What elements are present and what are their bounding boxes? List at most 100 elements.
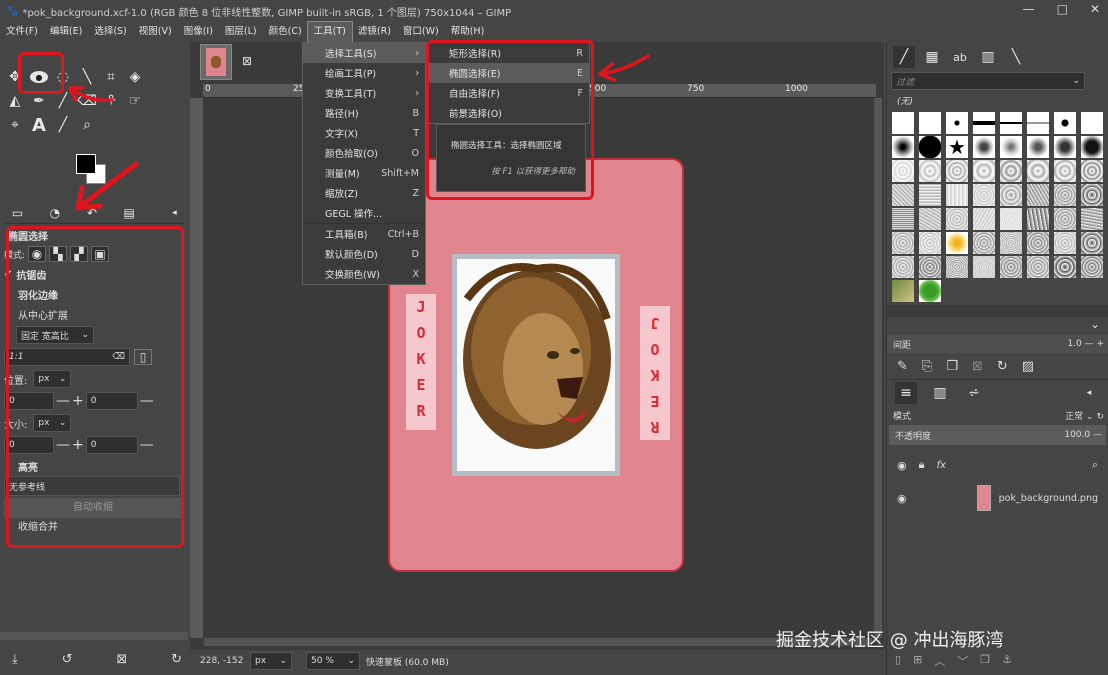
brush-expand-row[interactable]: ⌄: [887, 317, 1108, 335]
channels-tab-icon[interactable]: ▥: [929, 382, 951, 404]
menu-item-paths[interactable]: 路径(H) B: [303, 103, 425, 123]
tool-options-tab-icon[interactable]: ▭: [8, 202, 27, 224]
menu-file[interactable]: 文件(F): [0, 22, 44, 42]
brush-cell[interactable]: [999, 255, 1023, 279]
menu-item-swap-colors[interactable]: 交换颜色(W) X: [303, 264, 425, 284]
brush-cell[interactable]: [972, 111, 996, 135]
close-tab-icon[interactable]: ⊠: [242, 54, 252, 68]
menu-item-select-tools[interactable]: 选择工具(S) ›: [303, 43, 425, 63]
spacing-row[interactable]: 间距 1.0 — +: [887, 335, 1108, 353]
menu-select[interactable]: 选择(S): [88, 22, 132, 42]
brush-cell[interactable]: [918, 159, 942, 183]
delete-options-icon[interactable]: ⊠: [116, 652, 127, 667]
brush-cell[interactable]: [999, 231, 1023, 255]
brush-cell[interactable]: [891, 279, 915, 303]
text-tool-icon[interactable]: A: [28, 114, 50, 136]
brush-cell[interactable]: [972, 255, 996, 279]
brush-cell[interactable]: [1053, 255, 1077, 279]
brush-cell[interactable]: [1026, 135, 1050, 159]
fonts-tab-icon[interactable]: ab: [949, 46, 971, 68]
minimize-button[interactable]: —: [1023, 2, 1035, 16]
close-button[interactable]: ✕: [1090, 2, 1100, 16]
brush-cell[interactable]: [972, 231, 996, 255]
brush-cell[interactable]: [918, 255, 942, 279]
layer-row[interactable]: ◉ pok_background.png: [887, 483, 1108, 513]
duplicate-brush-icon[interactable]: ❐: [946, 359, 958, 374]
zoom-tool-icon[interactable]: ⌕: [76, 114, 98, 136]
brush-scroll-area[interactable]: [887, 305, 1108, 317]
image-tab[interactable]: [200, 44, 232, 80]
brush-cell[interactable]: [1053, 135, 1077, 159]
new-brush-icon[interactable]: ⎘: [922, 359, 932, 374]
opacity-row[interactable]: 不透明度 100.0 —: [889, 425, 1106, 445]
brush-cell[interactable]: [891, 111, 915, 135]
transform-tool-icon[interactable]: ◈: [124, 66, 146, 88]
patterns-tab-icon[interactable]: ▦: [921, 46, 943, 68]
refresh-brushes-icon[interactable]: ↻: [997, 359, 1008, 374]
visibility-lock-icon[interactable]: ◉: [897, 459, 907, 472]
brush-cell[interactable]: [972, 135, 996, 159]
brush-cell[interactable]: [891, 183, 915, 207]
brush-cell[interactable]: ★: [945, 135, 969, 159]
brush-cell[interactable]: [945, 255, 969, 279]
duplicate-layer-icon[interactable]: ❐: [980, 653, 990, 669]
menu-view[interactable]: 视图(V): [133, 22, 178, 42]
layers-tab-icon[interactable]: ≡: [895, 381, 917, 404]
smudge-tool-icon[interactable]: ☞: [124, 90, 146, 112]
menu-colors[interactable]: 颜色(C): [263, 22, 308, 42]
menu-item-default-colors[interactable]: 默认颜色(D) D: [303, 244, 425, 264]
brush-cell[interactable]: [945, 207, 969, 231]
save-options-icon[interactable]: ⤓: [12, 652, 18, 667]
brush-cell[interactable]: [1026, 111, 1050, 135]
undo-history-tab-icon[interactable]: ↶: [82, 202, 101, 224]
brush-cell[interactable]: [1080, 207, 1104, 231]
new-group-icon[interactable]: ⊞: [913, 653, 922, 669]
unit-select[interactable]: px ⌄: [250, 652, 292, 670]
menu-image[interactable]: 图像(I): [178, 22, 219, 42]
brush-cell[interactable]: [945, 159, 969, 183]
dock-menu-icon[interactable]: ◂: [165, 202, 184, 224]
paint-dynamics-tab-icon[interactable]: ╲: [1005, 46, 1027, 68]
anchor-layer-icon[interactable]: ⚓: [1002, 653, 1012, 669]
brush-cell[interactable]: [1080, 111, 1104, 135]
menu-edit[interactable]: 编辑(E): [44, 22, 88, 42]
paths-tab-icon[interactable]: ⩫: [963, 382, 985, 404]
brush-cell[interactable]: [945, 111, 969, 135]
brush-cell[interactable]: [999, 183, 1023, 207]
brush-cell[interactable]: [1080, 231, 1104, 255]
brush-cell[interactable]: [999, 207, 1023, 231]
brush-cell[interactable]: [891, 135, 915, 159]
brush-cell[interactable]: [1053, 159, 1077, 183]
brush-cell[interactable]: [945, 183, 969, 207]
minus-icon[interactable]: —: [1093, 430, 1102, 440]
eye-icon[interactable]: ◉: [897, 492, 907, 505]
brush-filter-input[interactable]: 过滤 ⌄: [891, 72, 1085, 90]
brush-cell[interactable]: [891, 207, 915, 231]
menu-layer[interactable]: 图层(L): [219, 22, 263, 42]
minus-icon[interactable]: —: [1085, 339, 1094, 349]
brush-cell[interactable]: [891, 255, 915, 279]
gradients-tab-icon[interactable]: ▥: [977, 46, 999, 68]
brush-cell[interactable]: [1053, 207, 1077, 231]
path-tool-icon[interactable]: ⌖: [4, 114, 26, 136]
brush-cell[interactable]: [918, 111, 942, 135]
layer-mode-select[interactable]: 正常 ⌄ ↻: [1065, 409, 1104, 422]
menu-filters[interactable]: 滤镜(R): [352, 22, 397, 42]
menu-tools[interactable]: 工具(T): [306, 21, 353, 43]
canvas-vscrollbar[interactable]: [874, 98, 882, 638]
brush-cell[interactable]: [891, 231, 915, 255]
menu-windows[interactable]: 窗口(W): [397, 22, 445, 42]
brush-cell[interactable]: [918, 207, 942, 231]
reset-options-icon[interactable]: ↻: [171, 652, 182, 667]
restore-options-icon[interactable]: ↺: [62, 652, 73, 667]
brush-cell[interactable]: [1026, 207, 1050, 231]
menu-item-color-picker[interactable]: 颜色拾取(O) O: [303, 143, 425, 163]
menu-item-toolbox[interactable]: 工具箱(B) Ctrl+B: [303, 224, 425, 244]
brush-cell[interactable]: [1053, 231, 1077, 255]
brush-cell[interactable]: [1080, 255, 1104, 279]
menu-item-transform-tools[interactable]: 变换工具(T) ›: [303, 83, 425, 103]
maximize-button[interactable]: □: [1057, 2, 1068, 16]
brush-cell[interactable]: [972, 207, 996, 231]
delete-brush-icon[interactable]: ⊠: [972, 359, 983, 374]
brush-cell[interactable]: [1053, 111, 1077, 135]
